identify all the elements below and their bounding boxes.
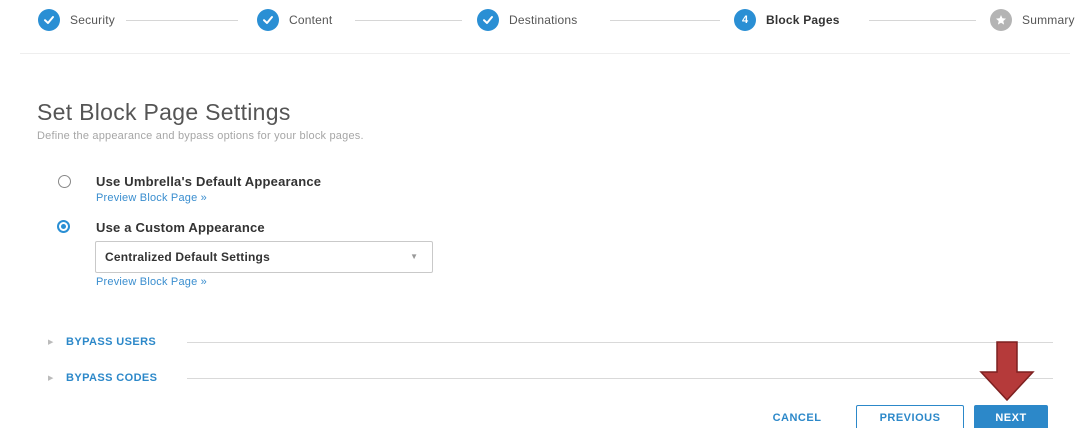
step-connector bbox=[610, 20, 720, 21]
preview-block-page-link[interactable]: Preview Block Page » bbox=[96, 192, 207, 204]
default-appearance-label[interactable]: Use Umbrella's Default Appearance bbox=[96, 174, 321, 189]
step-connector bbox=[355, 20, 462, 21]
bypass-codes-toggle[interactable]: ▶ BYPASS CODES bbox=[48, 370, 157, 386]
step-label: Destinations bbox=[509, 13, 578, 27]
default-appearance-radio[interactable] bbox=[58, 175, 71, 188]
step-block-pages[interactable]: 4 Block Pages bbox=[734, 9, 840, 31]
step-content[interactable]: Content bbox=[257, 9, 332, 31]
appearance-settings-select[interactable]: Centralized Default Settings ▼ bbox=[95, 241, 433, 273]
step-connector bbox=[126, 20, 238, 21]
select-value: Centralized Default Settings bbox=[105, 250, 270, 264]
down-arrow-icon bbox=[979, 341, 1035, 402]
bypass-users-toggle[interactable]: ▶ BYPASS USERS bbox=[48, 334, 156, 350]
page-subtitle: Define the appearance and bypass options… bbox=[37, 130, 364, 142]
step-destinations[interactable]: Destinations bbox=[477, 9, 577, 31]
divider bbox=[20, 53, 1070, 54]
step-label: Summary bbox=[1022, 13, 1075, 27]
section-label: BYPASS CODES bbox=[66, 372, 158, 384]
check-icon bbox=[257, 9, 279, 31]
step-summary[interactable]: Summary bbox=[990, 9, 1075, 31]
star-icon bbox=[990, 9, 1012, 31]
section-label: BYPASS USERS bbox=[66, 336, 157, 348]
wizard-stepper: Security Content Destinations 4 Block Pa… bbox=[0, 0, 1085, 46]
cancel-button[interactable]: CANCEL bbox=[760, 405, 834, 428]
step-connector bbox=[869, 20, 976, 21]
page-title: Set Block Page Settings bbox=[37, 99, 291, 125]
next-button[interactable]: NEXT bbox=[974, 405, 1048, 428]
caret-right-icon: ▶ bbox=[48, 339, 54, 346]
step-label: Content bbox=[289, 13, 333, 27]
section-divider bbox=[187, 378, 1053, 379]
section-divider bbox=[187, 342, 1053, 343]
check-icon bbox=[38, 9, 60, 31]
step-number-icon: 4 bbox=[734, 9, 756, 31]
previous-button[interactable]: PREVIOUS bbox=[856, 405, 964, 428]
check-icon bbox=[477, 9, 499, 31]
custom-appearance-radio[interactable] bbox=[57, 220, 70, 233]
step-label: Security bbox=[70, 13, 115, 27]
chevron-down-icon: ▼ bbox=[410, 252, 418, 261]
caret-right-icon: ▶ bbox=[48, 375, 54, 382]
step-label: Block Pages bbox=[766, 13, 840, 27]
custom-appearance-label[interactable]: Use a Custom Appearance bbox=[96, 220, 265, 235]
preview-block-page-link[interactable]: Preview Block Page » bbox=[96, 276, 207, 288]
step-security[interactable]: Security bbox=[38, 9, 115, 31]
